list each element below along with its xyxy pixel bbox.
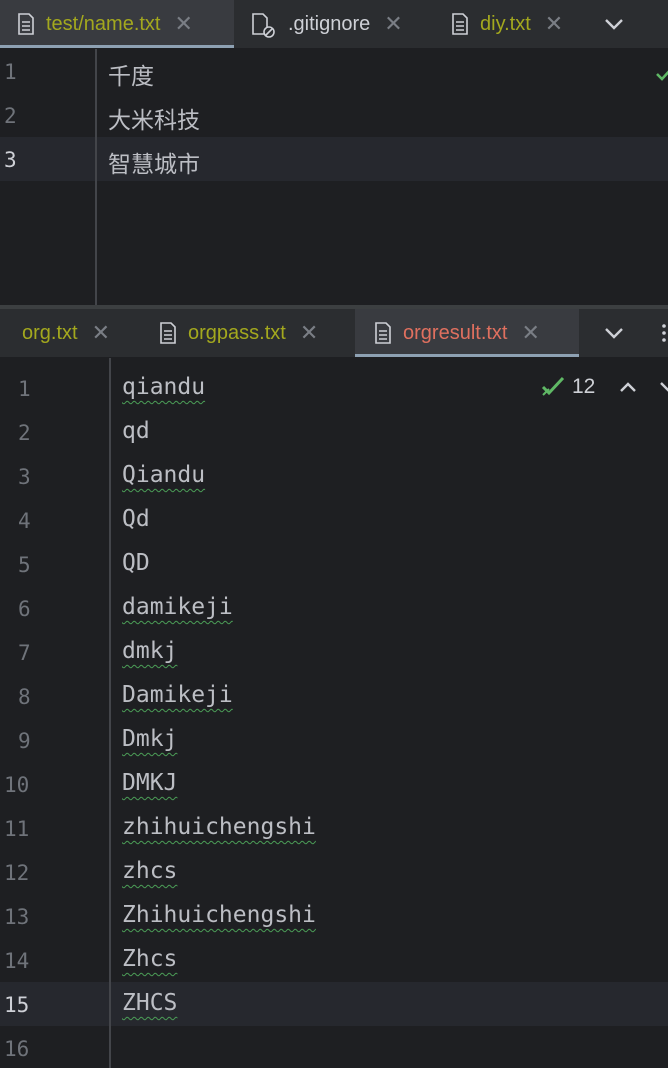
more-icon[interactable] [662, 323, 666, 343]
code-line: zhihuichengshi [122, 814, 316, 840]
code-line: DMKJ [122, 770, 178, 796]
close-icon[interactable]: ✕ [545, 11, 563, 37]
tab-label: orgpass.txt [188, 321, 286, 344]
text-file-icon [375, 322, 391, 344]
line-number: 1 [4, 60, 17, 84]
tab-label: .gitignore [288, 12, 371, 35]
line-number: 6 [18, 597, 31, 621]
code-line: 千度 [108, 64, 154, 90]
code-line: Zhcs [122, 946, 178, 972]
code-line: damikeji [122, 594, 233, 620]
tab-gitignore[interactable]: .gitignore ✕ [252, 0, 403, 48]
code-line: qiandu [122, 374, 206, 400]
close-icon[interactable]: ✕ [92, 320, 110, 346]
code-line: 大米科技 [108, 108, 200, 134]
top-tab-bar: test/name.txt ✕ .gitignore ✕ diy.txt ✕ [0, 0, 668, 49]
close-icon[interactable]: ✕ [175, 11, 193, 37]
check-icon [655, 65, 668, 87]
code-line: dmkj [122, 638, 178, 664]
tab-orgpass-txt[interactable]: orgpass.txt ✕ [160, 309, 318, 357]
inspection-count: 12 [572, 375, 596, 398]
inspection-widget[interactable]: 12 [540, 375, 668, 399]
code-line: ZHCS [122, 990, 178, 1016]
line-number: 15 [4, 993, 30, 1017]
chevron-up-icon[interactable] [619, 375, 637, 399]
code-line: QD [122, 550, 150, 576]
tab-label: test/name.txt [46, 12, 161, 35]
line-number-gutter: 1 2 3 4 5 6 7 8 9 10 11 12 13 14 15 16 [0, 358, 112, 1068]
code-line: Damikeji [122, 682, 233, 708]
code-line: 智慧城市 [108, 152, 200, 178]
text-file-icon [160, 322, 176, 344]
code-line: Zhihuichengshi [122, 902, 316, 928]
top-editor[interactable]: 1 2 3 千度 大米科技 智慧城市 [0, 49, 668, 305]
line-number: 11 [4, 817, 30, 841]
code-line: qd [122, 418, 150, 444]
text-file-icon [18, 13, 34, 35]
close-icon[interactable]: ✕ [384, 11, 402, 37]
bottom-editor[interactable]: 1 2 3 4 5 6 7 8 9 10 11 12 13 14 15 16 q… [0, 358, 668, 1068]
chevron-down-icon[interactable] [604, 309, 624, 357]
tab-label: org.txt [22, 321, 78, 344]
close-icon[interactable]: ✕ [521, 320, 539, 346]
line-number: 7 [18, 641, 31, 665]
line-number: 4 [18, 509, 31, 533]
line-number-gutter: 1 2 3 [0, 49, 98, 305]
line-number: 2 [18, 421, 31, 445]
line-number: 5 [18, 553, 31, 577]
ignored-file-icon [252, 13, 275, 38]
code-line: Qd [122, 506, 150, 532]
line-number: 8 [18, 685, 31, 709]
line-number: 16 [4, 1037, 30, 1061]
text-file-icon [452, 13, 468, 35]
tab-org-txt[interactable]: org.txt ✕ [0, 309, 110, 357]
check-icon [540, 375, 566, 399]
tab-orgresult-txt[interactable]: orgresult.txt ✕ [355, 309, 579, 357]
chevron-down-icon[interactable] [659, 375, 668, 399]
line-number: 13 [4, 905, 30, 929]
line-number: 3 [4, 148, 17, 172]
tab-diy-txt[interactable]: diy.txt ✕ [452, 0, 563, 48]
line-number: 1 [18, 377, 31, 401]
line-number: 12 [4, 861, 30, 885]
line-number: 9 [18, 729, 31, 753]
code-line: Qiandu [122, 462, 206, 488]
line-number: 2 [4, 104, 17, 128]
bottom-tab-bar: org.txt ✕ orgpass.txt ✕ orgresult.txt ✕ [0, 309, 668, 358]
code-line: Dmkj [122, 726, 178, 752]
chevron-down-icon[interactable] [604, 0, 624, 48]
code-line: zhcs [122, 858, 178, 884]
tab-label: orgresult.txt [403, 321, 508, 344]
tab-label: diy.txt [480, 12, 531, 35]
line-number: 3 [18, 465, 31, 489]
tab-test-name-txt[interactable]: test/name.txt ✕ [0, 0, 234, 48]
current-line-highlight [0, 137, 668, 181]
line-number: 14 [4, 949, 30, 973]
line-number: 10 [4, 773, 30, 797]
close-icon[interactable]: ✕ [300, 320, 318, 346]
